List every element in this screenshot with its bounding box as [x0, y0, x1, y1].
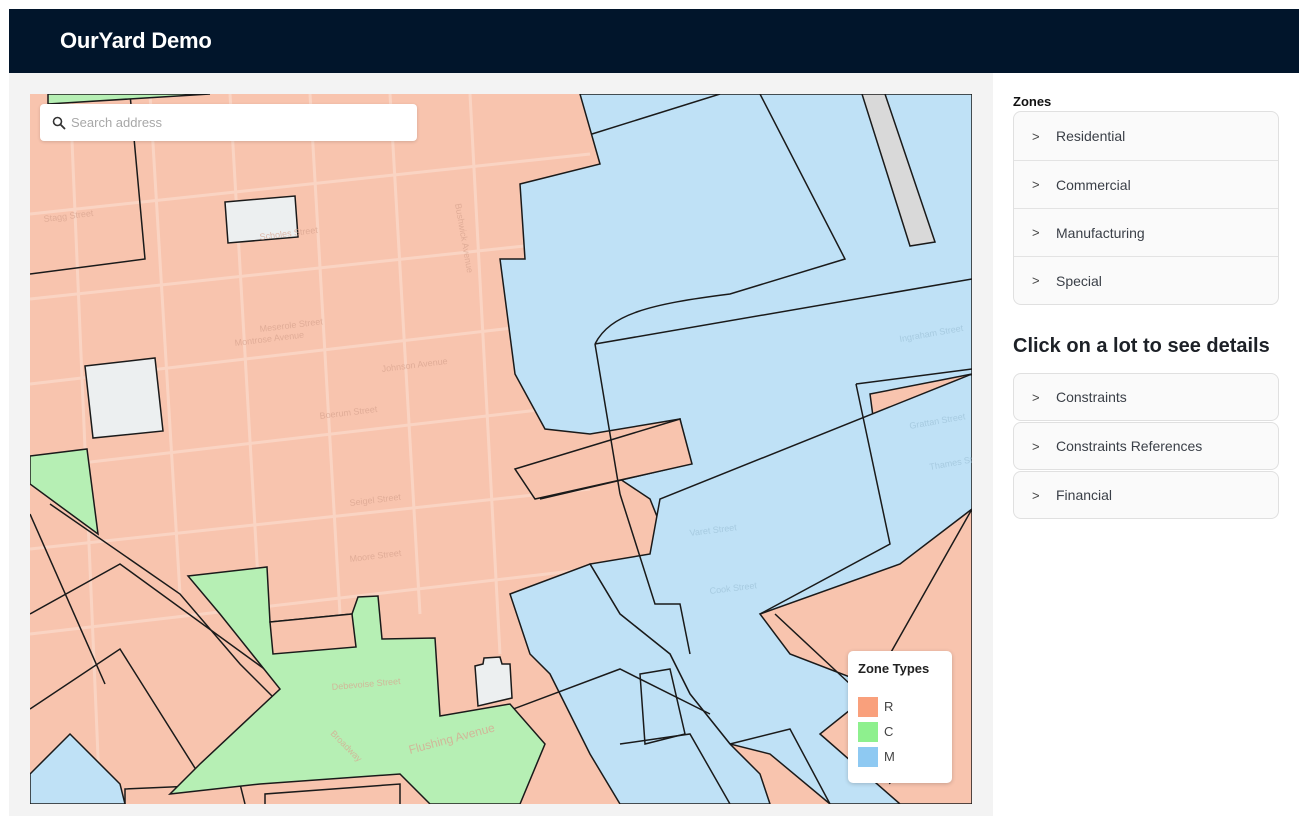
legend-title: Zone Types: [858, 661, 930, 676]
chevron-right-icon: >: [1032, 177, 1040, 192]
chevron-right-icon: >: [1032, 487, 1040, 503]
sidebar: Zones > Residential > Commercial > Manuf…: [1013, 94, 1279, 519]
zone-types-legend: Zone Types R C M: [848, 651, 952, 783]
search-input[interactable]: [71, 115, 401, 130]
address-search[interactable]: [40, 104, 417, 141]
accordion-label: Manufacturing: [1056, 224, 1145, 241]
chevron-right-icon: >: [1032, 128, 1040, 144]
legend-label: C: [884, 724, 894, 739]
accordion-label: Constraints: [1056, 389, 1127, 405]
accordion-label: Financial: [1056, 487, 1113, 503]
details-heading: Click on a lot to see details: [1013, 335, 1270, 357]
accordion-residential[interactable]: > Residential: [1014, 112, 1278, 160]
chevron-right-icon: >: [1032, 438, 1040, 454]
search-icon: [52, 116, 66, 129]
legend-label: M: [884, 749, 895, 764]
zones-heading: Zones: [1013, 94, 1052, 109]
accordion-label: Special: [1056, 272, 1102, 289]
app-header: OurYard Demo: [9, 9, 1299, 73]
zones-accordion: > Residential > Commercial > Manufacturi…: [1013, 111, 1279, 305]
accordion-label: Commercial: [1056, 176, 1131, 193]
chevron-right-icon: >: [1032, 389, 1040, 405]
accordion-commercial[interactable]: > Commercial: [1014, 160, 1278, 208]
legend-swatch-c: [858, 721, 878, 742]
accordion-manufacturing[interactable]: > Manufacturing: [1014, 208, 1278, 256]
legend-swatch-r: [858, 696, 878, 717]
accordion-label: Constraints References: [1056, 438, 1203, 454]
legend-item-m: M: [858, 744, 942, 769]
zone-r-pocket[interactable]: [269, 613, 357, 655]
legend-item-c: C: [858, 719, 942, 744]
chevron-right-icon: >: [1032, 225, 1040, 240]
map-canvas[interactable]: Bushwick Avenue Broadway Flushing Avenue…: [30, 94, 972, 804]
details-accordion: > Constraints > Constraints References >…: [1013, 373, 1279, 519]
app-title: OurYard Demo: [60, 28, 212, 53]
accordion-label: Residential: [1056, 128, 1126, 144]
accordion-constraints-references[interactable]: > Constraints References: [1013, 422, 1279, 470]
legend-label: R: [884, 699, 894, 714]
lot-park-2[interactable]: [84, 357, 164, 439]
legend-swatch-m: [858, 746, 878, 767]
zoning-map[interactable]: Bushwick Avenue Broadway Flushing Avenue…: [30, 94, 972, 804]
accordion-constraints[interactable]: > Constraints: [1013, 373, 1279, 421]
lot-park-3[interactable]: [474, 656, 513, 707]
chevron-right-icon: >: [1032, 273, 1040, 288]
legend-item-r: R: [858, 694, 942, 719]
accordion-special[interactable]: > Special: [1014, 256, 1278, 304]
accordion-financial[interactable]: > Financial: [1013, 471, 1279, 519]
